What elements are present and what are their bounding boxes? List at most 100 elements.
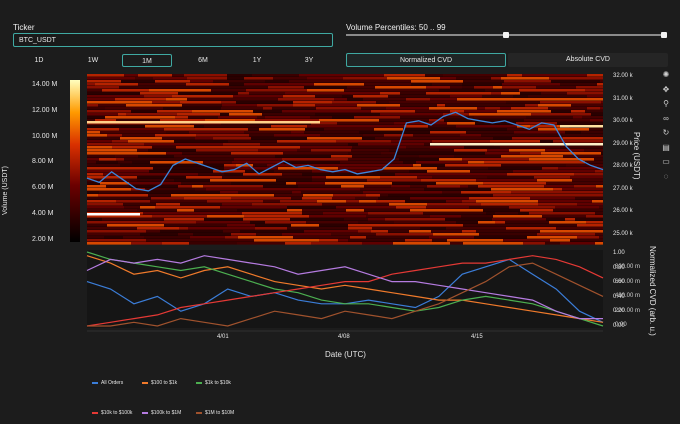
legend-item[interactable]: $100k to $1M — [142, 410, 181, 416]
heatmap-cell — [364, 209, 410, 212]
heatmap-cell — [222, 176, 234, 179]
colorbar-tick: 14.00 M — [32, 81, 58, 88]
colorbar — [70, 80, 80, 242]
heatmap-cell — [271, 125, 307, 128]
heatmap-cell — [537, 170, 595, 173]
heatmap-cell — [571, 110, 585, 113]
heatmap-cell — [450, 86, 462, 89]
heatmap-cell — [426, 86, 450, 89]
price-tick: 27.00 k — [613, 185, 633, 192]
heatmap-cell — [447, 122, 475, 125]
heatmap-cell — [394, 122, 447, 125]
heatmap-cell — [570, 176, 603, 179]
heatmap-cell — [223, 143, 260, 146]
heatmap-cell — [595, 233, 603, 236]
heatmap-cell — [348, 224, 403, 227]
heatmap-cell — [244, 83, 305, 86]
heatmap-cell — [384, 74, 425, 77]
legend-item[interactable]: $1k to $10k — [196, 380, 231, 386]
heatmap-cell — [190, 80, 213, 83]
heatmap-cell — [234, 158, 282, 161]
heatmap-cell — [409, 230, 431, 233]
heatmap-cell — [207, 200, 263, 203]
heatmap-cell — [378, 197, 410, 200]
heatmap-cell — [375, 86, 426, 89]
heatmap-cell — [273, 77, 285, 80]
heatmap-cell — [445, 137, 493, 140]
heatmap-cell — [600, 80, 603, 83]
heatmap-cell — [149, 170, 213, 173]
heatmap-cell — [421, 194, 480, 197]
heatmap-cell — [560, 242, 595, 245]
heatmap-cell — [284, 161, 340, 164]
heatmap-cell — [581, 131, 603, 134]
heatmap-cell — [488, 167, 542, 170]
heatmap-cell — [187, 77, 227, 80]
heatmap-cell — [507, 74, 522, 77]
heatmap-cell — [560, 83, 597, 86]
heatmap-cell — [468, 161, 484, 164]
heatmap-cell — [509, 206, 555, 209]
heatmap-cell — [116, 158, 124, 161]
heatmap-cell — [246, 89, 307, 92]
legend-item[interactable]: All Orders — [92, 380, 123, 386]
reset-icon[interactable]: ↻ — [660, 128, 672, 138]
legend-item[interactable]: $10k to $100k — [92, 410, 132, 416]
move-icon[interactable]: ✥ — [660, 85, 672, 95]
heatmap-cell — [182, 152, 231, 155]
heatmap-band — [560, 125, 603, 128]
heatmap-cell — [87, 194, 98, 197]
heatmap-cell — [87, 200, 116, 203]
heatmap-cell — [469, 197, 483, 200]
legend-item[interactable]: $100 to $1k — [142, 380, 177, 386]
heatmap-cell — [231, 152, 283, 155]
hover-icon[interactable]: ◌ — [660, 172, 672, 182]
heatmap-cell — [442, 197, 469, 200]
heatmap-cell — [358, 221, 394, 224]
heatmap-cell — [315, 95, 342, 98]
save-icon[interactable]: ▤ — [660, 143, 672, 153]
colorbar-tick: 8.00 M — [32, 158, 54, 166]
heatmap-cell — [425, 209, 483, 212]
heatmap-cell — [87, 140, 112, 143]
heatmap-cell — [544, 185, 574, 188]
heatmap-cell — [192, 110, 253, 113]
heatmap-cell — [119, 128, 164, 131]
legend-label: $1k to $10k — [205, 380, 231, 386]
link-icon[interactable]: ∞ — [660, 114, 672, 124]
heatmap-cell — [392, 182, 436, 185]
heatmap-cell — [352, 146, 397, 149]
heatmap-cell — [474, 236, 527, 239]
heatmap-cell — [105, 116, 147, 119]
heatmap-cell — [303, 194, 333, 197]
heatmap-cell — [504, 80, 531, 83]
comment-icon[interactable]: ▭ — [660, 157, 672, 167]
heatmap-cell — [479, 233, 537, 236]
heatmap-cell — [274, 194, 303, 197]
heatmap-cell — [375, 137, 399, 140]
zoom-icon[interactable]: ⚲ — [660, 99, 672, 109]
heatmap-cell — [152, 101, 180, 104]
heatmap-cell — [223, 230, 240, 233]
heatmap-cell — [395, 152, 455, 155]
heatmap-cell — [138, 155, 174, 158]
heatmap-cell — [307, 89, 344, 92]
legend-item[interactable]: $1M to $10M — [196, 410, 234, 416]
heatmap-cell — [410, 209, 425, 212]
heatmap-cell — [213, 137, 251, 140]
heatmap-cell — [519, 89, 585, 92]
heatmap-cell — [478, 185, 544, 188]
colorwheel-icon[interactable]: ✺ — [660, 70, 672, 80]
heatmap-cell — [348, 158, 399, 161]
heatmap-cell — [531, 113, 591, 116]
heatmap-cell — [380, 194, 388, 197]
heatmap-cell — [222, 203, 252, 206]
heatmap-cell — [577, 203, 603, 206]
heatmap-cell — [225, 236, 238, 239]
heatmap-cell — [145, 125, 194, 128]
heatmap-cell — [487, 176, 534, 179]
heatmap-cell — [542, 167, 558, 170]
legend-label: $100 to $1k — [151, 380, 178, 386]
heatmap-cell — [257, 104, 293, 107]
heatmap-cell — [137, 209, 177, 212]
